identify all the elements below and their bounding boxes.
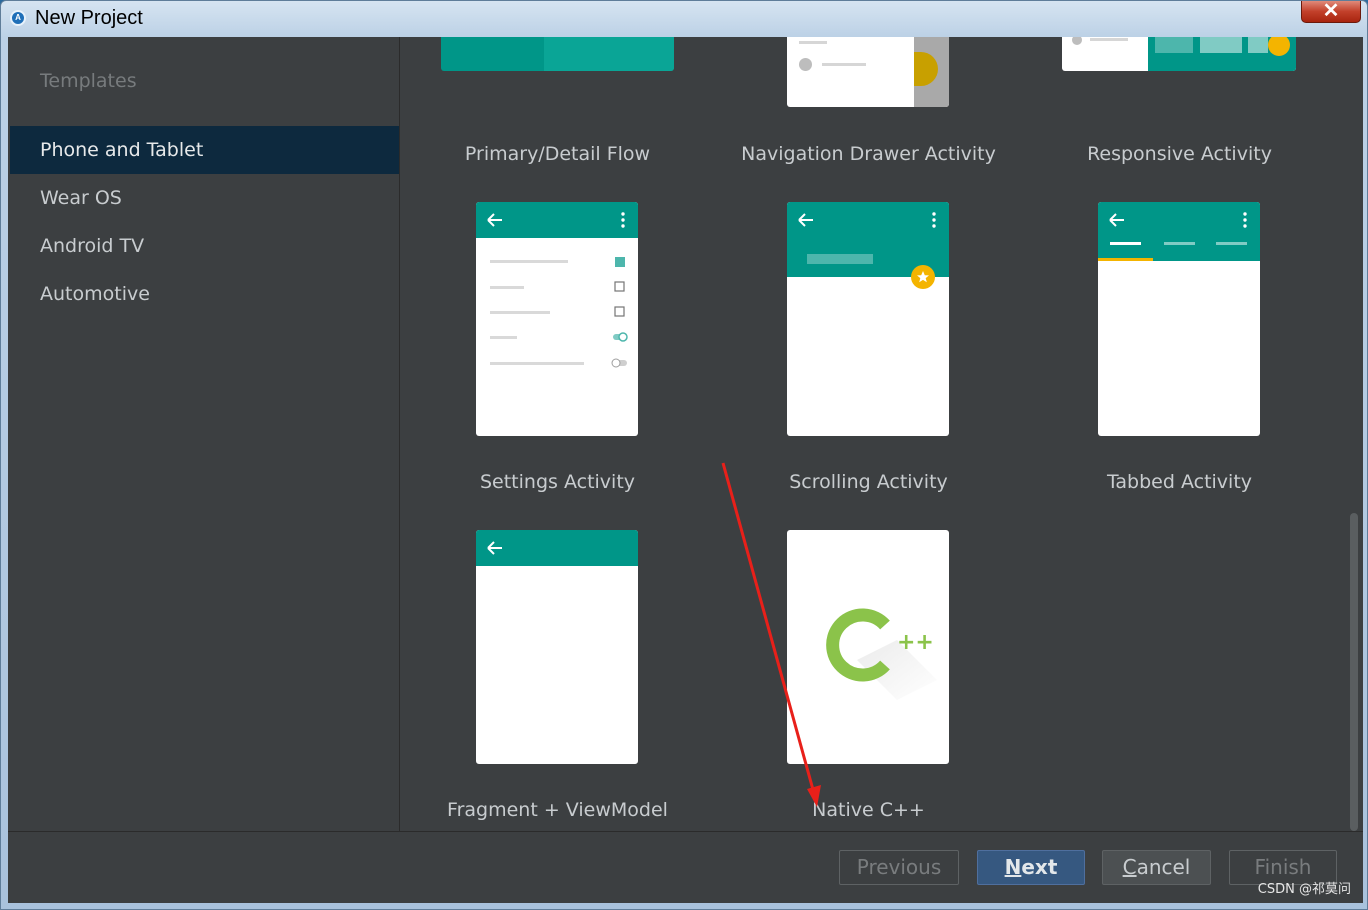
dialog-client-area: Templates Phone and Tablet Wear OS Andro… — [8, 37, 1363, 903]
template-grid: Primary/Detail Flow Navigation Drawer Ac… — [401, 37, 1346, 831]
csdn-watermark: CSDN @祁莫问 — [1257, 882, 1351, 897]
sidebar-item-wear-os[interactable]: Wear OS — [10, 174, 399, 222]
red-annotation-arrow — [721, 462, 821, 807]
next-button[interactable]: Next — [977, 850, 1085, 885]
sidebar-header: Templates — [40, 70, 137, 92]
window-title: New Project — [35, 7, 143, 29]
android-studio-icon: A — [10, 10, 26, 26]
title-bar[interactable]: A New Project ✕ — [1, 1, 1367, 37]
template-category-sidebar: Templates Phone and Tablet Wear OS Andro… — [8, 37, 400, 831]
vertical-scrollbar[interactable] — [1346, 37, 1363, 831]
next-rest: ext — [1021, 855, 1058, 879]
next-mnemonic: N — [1004, 855, 1022, 879]
sidebar-item-automotive[interactable]: Automotive — [10, 270, 399, 318]
scrollbar-thumb[interactable] — [1350, 513, 1358, 831]
cancel-mnemonic: C — [1122, 855, 1137, 879]
close-button[interactable]: ✕ — [1301, 1, 1361, 23]
new-project-window: A New Project ✕ Templates Phone and Tabl… — [0, 0, 1368, 910]
previous-button[interactable]: Previous — [839, 850, 959, 885]
dialog-footer: Previous Next Cancel Finish CSDN @祁莫问 — [8, 831, 1363, 903]
cancel-rest: ancel — [1136, 855, 1191, 879]
sidebar-item-android-tv[interactable]: Android TV — [10, 222, 399, 270]
sidebar-item-phone-and-tablet[interactable]: Phone and Tablet — [10, 126, 399, 174]
cancel-button[interactable]: Cancel — [1102, 850, 1211, 885]
